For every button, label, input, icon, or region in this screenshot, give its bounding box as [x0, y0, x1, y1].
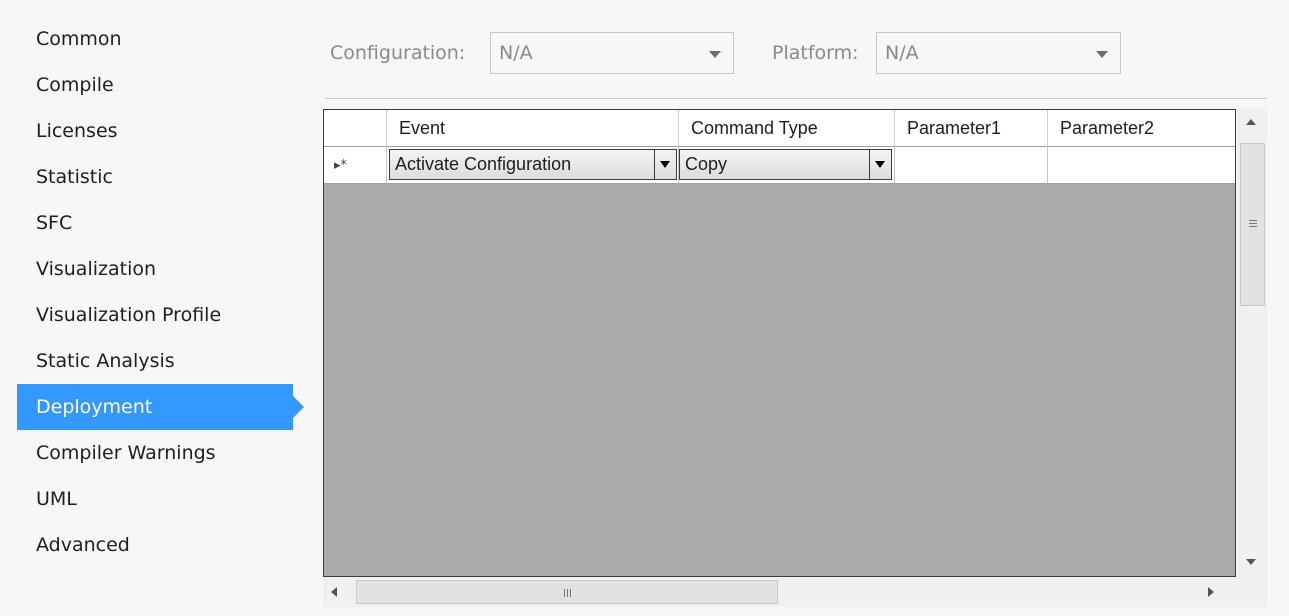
divider [325, 98, 1267, 99]
chevron-down-icon [1096, 51, 1108, 58]
column-header-command-type[interactable]: Command Type [679, 110, 895, 147]
command-type-value: Copy [685, 154, 728, 174]
grip-icon [567, 589, 568, 597]
platform-label: Platform: [772, 42, 859, 64]
chevron-down-icon [709, 51, 721, 58]
grip-icon [564, 589, 565, 597]
nav-item-static-analysis[interactable]: Static Analysis [17, 338, 307, 384]
command-type-cell[interactable]: Copy [679, 147, 895, 184]
event-value: Activate Configuration [395, 154, 572, 174]
horizontal-scroll-thumb[interactable] [356, 580, 778, 604]
horizontal-scrollbar[interactable] [323, 577, 1267, 607]
nav-item-compiler-warnings[interactable]: Compiler Warnings [17, 430, 307, 476]
configuration-value: N/A [499, 42, 533, 64]
grip-icon [570, 589, 571, 597]
chevron-down-icon[interactable] [869, 150, 891, 179]
column-header-parameter1[interactable]: Parameter1 [895, 110, 1048, 147]
nav-item-visualization-profile[interactable]: Visualization Profile [17, 292, 307, 338]
configuration-select[interactable]: N/A [490, 32, 734, 74]
column-header-event[interactable]: Event [387, 110, 679, 147]
scroll-up-arrow-icon[interactable] [1246, 119, 1256, 125]
column-header-parameter2[interactable]: Parameter2 [1048, 110, 1235, 147]
nav-item-statistic[interactable]: Statistic [17, 154, 307, 200]
scroll-left-arrow-icon[interactable] [331, 587, 337, 597]
nav-item-compile[interactable]: Compile [17, 62, 307, 108]
row-header-corner[interactable] [324, 110, 387, 147]
event-combobox[interactable]: Activate Configuration [389, 149, 677, 180]
grip-icon [1249, 226, 1257, 227]
scroll-down-arrow-icon[interactable] [1246, 559, 1256, 565]
table-row[interactable]: ▸* Activate Configuration Copy [324, 147, 1235, 184]
vertical-scrollbar[interactable] [1237, 109, 1267, 577]
grid-header: Event Command Type Parameter1 Parameter2 [324, 110, 1235, 147]
scroll-right-arrow-icon[interactable] [1208, 587, 1214, 597]
configuration-label: Configuration: [330, 42, 466, 64]
nav-item-deployment[interactable]: Deployment [17, 384, 304, 430]
grip-icon [1249, 220, 1257, 221]
vertical-scroll-thumb[interactable] [1240, 143, 1265, 306]
command-type-combobox[interactable]: Copy [679, 149, 892, 180]
deployment-grid[interactable]: Event Command Type Parameter1 Parameter2… [323, 109, 1236, 577]
nav-item-licenses[interactable]: Licenses [17, 108, 307, 154]
parameter1-cell[interactable] [895, 147, 1048, 184]
parameter2-cell[interactable] [1048, 147, 1235, 184]
grip-icon [1249, 223, 1257, 224]
event-cell[interactable]: Activate Configuration [387, 147, 679, 184]
settings-nav: Common Compile Licenses Statistic SFC Vi… [17, 16, 307, 568]
nav-item-advanced[interactable]: Advanced [17, 522, 307, 568]
nav-item-sfc[interactable]: SFC [17, 200, 307, 246]
chevron-down-icon[interactable] [654, 150, 676, 179]
new-row-marker[interactable]: ▸* [324, 147, 387, 184]
nav-item-visualization[interactable]: Visualization [17, 246, 307, 292]
nav-item-common[interactable]: Common [17, 16, 307, 62]
platform-value: N/A [885, 42, 919, 64]
nav-item-uml[interactable]: UML [17, 476, 307, 522]
platform-select[interactable]: N/A [876, 32, 1121, 74]
